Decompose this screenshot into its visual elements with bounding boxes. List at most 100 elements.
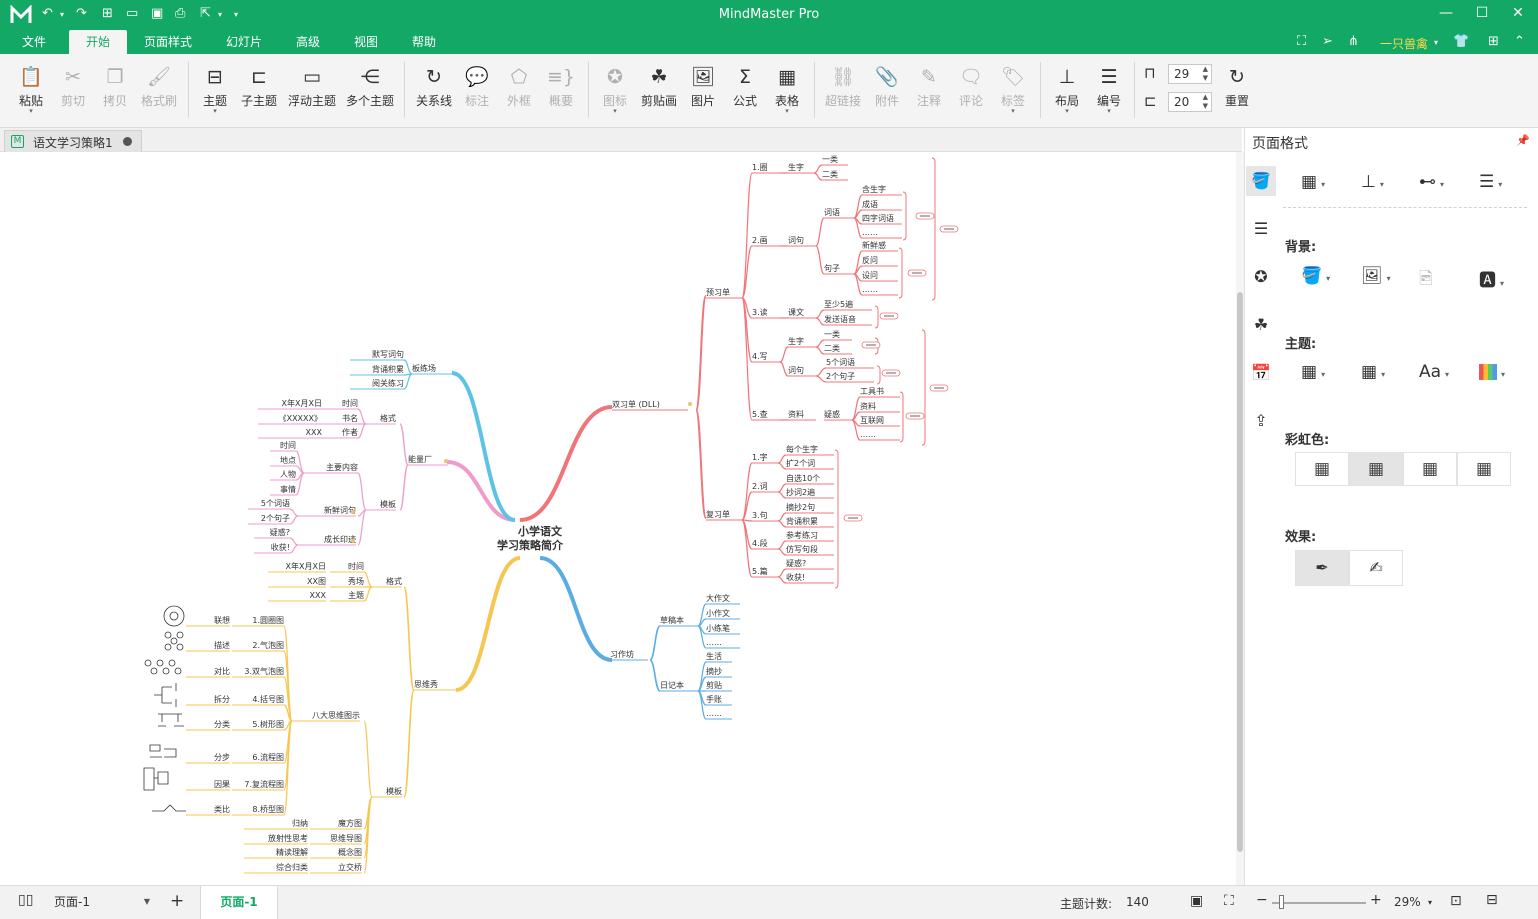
energy-format-value[interactable]: 《XXXXX》 <box>279 414 322 423</box>
effect-handdrawn-button[interactable]: ✍ <box>1349 550 1403 586</box>
page-selector[interactable]: 页面-1 ▼ <box>50 893 154 913</box>
hyperlink-button[interactable]: ⛓ 超链接 <box>822 64 864 109</box>
topic-button[interactable]: ⊟ 主题 ▾ <box>198 64 232 115</box>
dll-leaf[interactable]: 一类 <box>824 329 840 339</box>
writing-leaf[interactable]: 大作文 <box>706 593 730 603</box>
thinking-map-use[interactable]: 分类 <box>214 719 230 729</box>
thinking-map-use[interactable]: 类比 <box>214 804 230 814</box>
collapse-ribbon-icon[interactable]: ⌃ <box>1514 34 1525 49</box>
writing-leaf[interactable]: …… <box>706 638 722 647</box>
fullscreen-icon[interactable]: ⛶ <box>1224 893 1234 909</box>
zoom-slider[interactable] <box>1272 902 1366 904</box>
thinking-other-type[interactable]: 概念图 <box>338 847 362 857</box>
dll-preview-item[interactable]: 4.写 <box>752 352 768 361</box>
dll-group[interactable]: 生字 <box>788 336 804 346</box>
dll-leaf[interactable]: 反问 <box>862 255 878 265</box>
thinking-format-value[interactable]: XX图 <box>307 577 326 586</box>
format-painter-button[interactable]: 🖌 格式刷 <box>138 64 180 109</box>
dll-leaf[interactable]: …… <box>860 430 876 439</box>
dll-preview[interactable]: 预习单 <box>706 287 730 297</box>
zoom-slider-handle[interactable] <box>1279 895 1284 909</box>
paste-button[interactable]: 📋 粘贴 ▾ <box>14 64 48 115</box>
thinking-format-value[interactable]: X年X月X日 <box>286 561 326 571</box>
add-page-icon[interactable]: + <box>170 891 184 911</box>
energy-growth[interactable]: 成长印迹 <box>324 534 356 544</box>
reset-button[interactable]: ↻ 重置 <box>1220 64 1254 109</box>
tab-view[interactable]: 视图 <box>342 30 390 54</box>
energy-format-value[interactable]: X年X月X日 <box>282 398 322 408</box>
thinking-map-type[interactable]: 7.复流程图 <box>244 779 284 789</box>
mindmap-canvas[interactable]: 小学语文 学习策略简介 双习单 (DLL) 习作坊 思维秀 能量厂 板练场 预习单 复习单 1.圈… <box>0 152 1236 885</box>
dll-leaf[interactable]: 至少5遍 <box>824 299 853 309</box>
note-button[interactable]: ✎ 注释 <box>912 64 946 109</box>
thinking-format[interactable]: 格式 <box>386 576 402 586</box>
vertical-spacing-input[interactable]: 20 ▲ ▼ <box>1168 92 1212 112</box>
drill-leaf[interactable]: 默写词句 <box>372 349 404 359</box>
energy-leaf[interactable]: 人物 <box>280 469 296 479</box>
subtopic-button[interactable]: ⊏ 子主题 <box>238 64 280 109</box>
user-dropdown-icon[interactable]: ▾ <box>1434 38 1438 47</box>
dll-sub[interactable]: 疑惑 <box>824 409 840 419</box>
layout-style-button[interactable]: ▦ ▾ <box>1301 172 1325 192</box>
dll-sub[interactable]: 资料 <box>788 409 804 419</box>
picture-button[interactable]: 🖼 图片 <box>686 64 720 109</box>
minimize-icon[interactable]: — <box>1436 5 1456 21</box>
thinking-map-use[interactable]: 对比 <box>214 666 230 676</box>
dll-sub[interactable]: 词句 <box>788 235 804 245</box>
mindmap-diagram[interactable]: 小学语文学习策略简介 双习单 (DLL) 习作坊思维秀 能量厂 板练场 预习单复习单 1.圈… <box>0 152 1236 885</box>
thinking-map-type[interactable]: 8.桥型图 <box>252 804 284 814</box>
dll-leaf[interactable]: 互联网 <box>860 416 884 425</box>
dll-group[interactable]: 词句 <box>788 365 804 375</box>
spinner-arrows-icon[interactable]: ▲ ▼ <box>1203 65 1208 83</box>
dll-leaf[interactable]: 新鲜感 <box>862 240 886 250</box>
thinking-format-field[interactable]: 秀场 <box>348 576 364 586</box>
multiple-topics-button[interactable]: ⋲ 多个主题 <box>344 64 396 109</box>
thinking-eight[interactable]: 八大思维图示 <box>312 710 360 720</box>
dll-leaf[interactable]: 抄词2遍 <box>786 487 815 497</box>
thinking-map-use[interactable]: 因果 <box>214 780 230 789</box>
numbering-style-button[interactable]: ☰ ▾ <box>1479 172 1502 192</box>
thinking-map-type[interactable]: 6.流程图 <box>252 752 284 762</box>
effect-normal-button[interactable]: ✒ <box>1295 550 1349 586</box>
formula-button[interactable]: Σ 公式 <box>728 64 762 109</box>
dll-group[interactable]: 词语 <box>824 207 840 217</box>
export-tab[interactable]: ⇪ <box>1246 406 1276 436</box>
thinking-other-type[interactable]: 魔方图 <box>338 818 362 828</box>
zoom-in-icon[interactable]: + <box>1370 892 1382 908</box>
energy-format-field[interactable]: 时间 <box>342 398 358 408</box>
cut-button[interactable]: ✂ 剪切 <box>56 64 90 109</box>
branch-thinking[interactable]: 思维秀 <box>414 679 438 689</box>
tab-slides[interactable]: 幻灯片 <box>214 30 274 54</box>
outline-tab[interactable]: ☰ <box>1246 214 1276 244</box>
clipart-button[interactable]: ☘ 剪贴画 <box>638 64 680 109</box>
energy-leaf[interactable]: 2个句子 <box>261 513 290 523</box>
publish-icon[interactable]: ➢ <box>1322 34 1333 49</box>
dll-leaf[interactable]: …… <box>862 285 878 294</box>
thinking-map-type[interactable]: 2.气泡图 <box>252 640 284 650</box>
dll-review-item[interactable]: 1.字 <box>752 452 768 462</box>
spinner-arrows-icon[interactable]: ▲ ▼ <box>1203 93 1208 111</box>
dll-leaf[interactable]: 资料 <box>860 401 876 411</box>
dll-review-item[interactable]: 5.篇 <box>752 566 768 576</box>
dll-leaf[interactable]: 疑惑? <box>786 558 806 568</box>
attachment-button[interactable]: 📎 附件 <box>870 64 904 109</box>
drill-leaf[interactable]: 背诵积累 <box>372 364 404 374</box>
collapse-panel-icon[interactable]: ⊟ <box>1486 892 1498 908</box>
energy-format-value[interactable]: XXX <box>306 428 323 437</box>
zoom-out-icon[interactable]: − <box>1256 892 1268 908</box>
dll-leaf[interactable]: …… <box>862 228 878 237</box>
energy-leaf[interactable]: 5个词语 <box>261 498 290 508</box>
share-icon[interactable]: ⋔ <box>1348 34 1359 49</box>
writing-draft[interactable]: 草稿本 <box>660 615 684 625</box>
thinking-other-use[interactable]: 归纳 <box>292 818 308 828</box>
energy-leaf[interactable]: 收获! <box>271 542 290 552</box>
tab-help[interactable]: 帮助 <box>400 30 448 54</box>
energy-leaf[interactable]: 时间 <box>280 440 296 450</box>
document-tab[interactable]: M 语文学习策略1 <box>4 130 142 152</box>
thinking-other-use[interactable]: 放射性思考 <box>268 833 308 843</box>
close-tab-icon[interactable] <box>123 137 132 146</box>
energy-format-field[interactable]: 作者 <box>342 427 358 437</box>
dll-leaf[interactable]: 自选10个 <box>786 473 820 483</box>
apps-icon[interactable]: ⊞ <box>1488 34 1499 49</box>
rainbow-option-4[interactable]: ▦ <box>1457 452 1511 486</box>
